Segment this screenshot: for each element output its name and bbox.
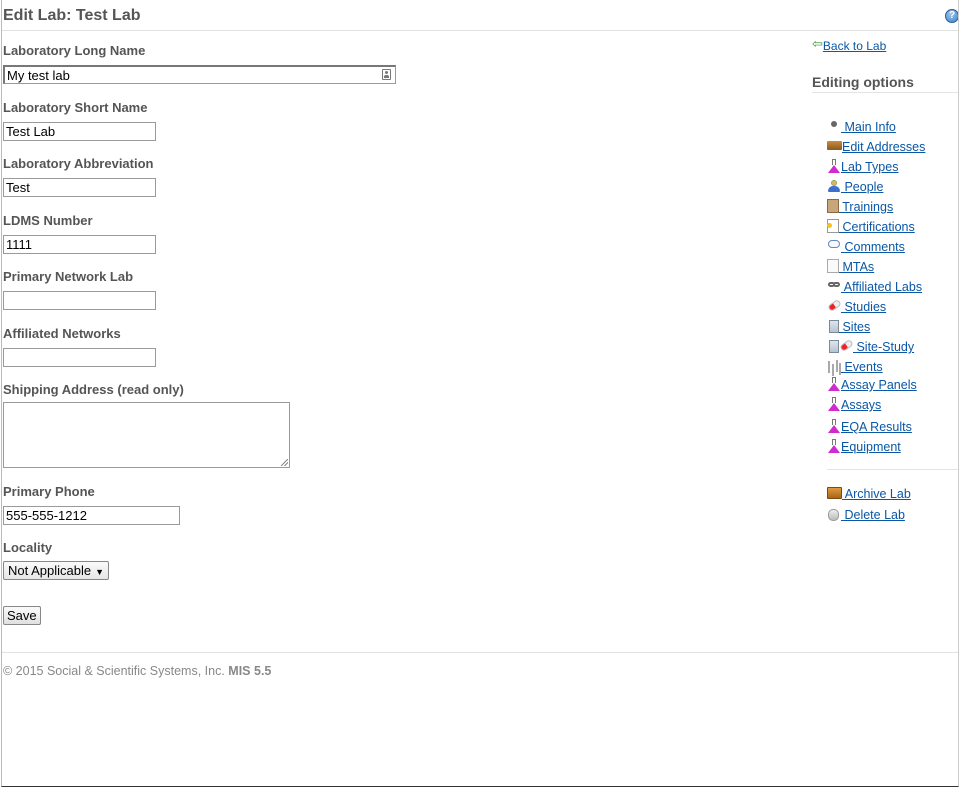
short-name-label: Laboratory Short Name <box>3 100 148 115</box>
truck-icon <box>827 141 842 150</box>
long-name-label: Laboratory Long Name <box>3 43 146 58</box>
sidebar-item-comments[interactable]: Comments <box>827 240 905 254</box>
sidebar-item-assay-panels[interactable]: Assay Panels <box>827 377 917 392</box>
delete-lab-button[interactable]: Delete Lab <box>827 508 905 522</box>
sidebar-item-edit-addresses[interactable]: Edit Addresses <box>827 140 925 154</box>
sidebar-item-studies[interactable]: Studies <box>827 300 886 314</box>
primary-network-lab-label: Primary Network Lab <box>3 269 134 284</box>
archive-icon <box>827 487 842 499</box>
sidebar-item-sites[interactable]: Sites <box>827 320 870 334</box>
locality-select[interactable]: Not Applicable ▼ <box>3 561 110 580</box>
sidebar-item-label[interactable]: Affiliated Labs <box>841 280 922 294</box>
sidebar-item-label[interactable]: EQA Results <box>841 420 912 434</box>
training-icon <box>827 199 839 213</box>
flask-icon <box>827 397 841 412</box>
chart-icon <box>827 360 841 374</box>
flask-icon <box>827 377 841 392</box>
primary-network-lab-input[interactable] <box>3 291 156 310</box>
flask-icon <box>827 419 841 434</box>
abbreviation-label: Laboratory Abbreviation <box>3 156 154 171</box>
title-divider <box>2 30 958 31</box>
long-name-value: My test lab <box>7 68 70 83</box>
page-container: Edit Lab: Test Lab ? Laboratory Long Nam… <box>1 0 959 787</box>
shipping-address-textarea[interactable] <box>3 402 290 468</box>
sidebar-item-assays[interactable]: Assays <box>827 397 881 412</box>
sidebar-item-affiliated-labs[interactable]: Affiliated Labs <box>827 280 922 294</box>
sidebar-item-eqa-results[interactable]: EQA Results <box>827 419 912 434</box>
person-icon <box>827 180 841 194</box>
back-to-lab-link[interactable]: ⇦Back to Lab <box>812 36 886 53</box>
sidebar-item-trainings[interactable]: Trainings <box>827 199 893 214</box>
editing-options-title: Editing options <box>812 74 914 90</box>
locality-selected-value: Not Applicable <box>8 563 92 578</box>
footer: © 2015 Social & Scientific Systems, Inc.… <box>3 664 271 678</box>
sidebar-item-label[interactable]: Edit Addresses <box>842 140 925 154</box>
sidebar-item-label[interactable]: People <box>841 180 883 194</box>
sidebar-item-lab-types[interactable]: Lab Types <box>827 159 898 174</box>
short-name-input[interactable]: Test Lab <box>3 122 156 141</box>
abbreviation-input[interactable]: Test <box>3 178 156 197</box>
sidebar-item-main-info[interactable]: Main Info <box>827 120 896 134</box>
sidebar-divider <box>812 92 958 93</box>
sidebar-item-label[interactable]: Main Info <box>841 120 895 134</box>
sidebar-item-label[interactable]: Assay Panels <box>841 378 917 392</box>
comment-icon <box>827 240 841 254</box>
pill-icon <box>839 340 853 354</box>
sidebar-actions-divider <box>827 469 958 470</box>
flask-icon <box>827 439 841 454</box>
contact-card-icon[interactable] <box>382 69 391 80</box>
back-arrow-icon: ⇦ <box>812 36 823 51</box>
document-icon <box>827 259 839 273</box>
sidebar-item-certifications[interactable]: Certifications <box>827 219 915 234</box>
building-icon <box>829 320 839 333</box>
back-to-lab-label[interactable]: Back to Lab <box>823 39 886 53</box>
archive-lab-button[interactable]: Archive Lab <box>827 487 911 501</box>
long-name-input[interactable]: My test lab <box>3 65 396 84</box>
sidebar-item-events[interactable]: Events <box>827 360 883 374</box>
ldms-number-input[interactable]: 1111 <box>3 235 156 254</box>
page-title: Edit Lab: Test Lab <box>3 7 141 24</box>
copyright-text: © 2015 Social & Scientific Systems, Inc. <box>3 664 225 678</box>
footer-divider <box>2 652 958 653</box>
delete-icon <box>827 508 841 522</box>
archive-lab-label[interactable]: Archive Lab <box>842 487 911 501</box>
sidebar-item-label[interactable]: Equipment <box>841 440 901 454</box>
delete-lab-label[interactable]: Delete Lab <box>841 508 904 522</box>
sidebar-item-mtas[interactable]: MTAs <box>827 259 874 274</box>
sidebar-item-label[interactable]: Events <box>841 360 882 374</box>
locality-label: Locality <box>3 540 53 555</box>
dropdown-arrow-icon: ▼ <box>95 567 105 577</box>
sidebar-item-people[interactable]: People <box>827 180 883 194</box>
sidebar-item-equipment[interactable]: Equipment <box>827 439 901 454</box>
sidebar-item-label[interactable]: Certifications <box>839 220 914 234</box>
help-icon[interactable]: ? <box>945 9 958 23</box>
shipping-address-label: Shipping Address (read only) <box>3 382 184 397</box>
sidebar-item-label[interactable]: Comments <box>841 240 904 254</box>
affiliated-networks-input[interactable] <box>3 348 156 367</box>
affiliated-networks-label: Affiliated Networks <box>3 326 121 341</box>
resize-grip-icon[interactable] <box>281 459 288 466</box>
version-text: MIS 5.5 <box>228 664 272 678</box>
building-icon <box>829 340 839 353</box>
sidebar-item-label[interactable]: Assays <box>841 398 881 412</box>
sidebar-item-label[interactable]: MTAs <box>839 260 874 274</box>
sidebar-item-label[interactable]: Lab Types <box>841 160 898 174</box>
pill-icon <box>827 300 841 314</box>
primary-phone-label: Primary Phone <box>3 484 95 499</box>
sidebar-item-label[interactable]: Trainings <box>839 200 893 214</box>
ldms-number-label: LDMS Number <box>3 213 93 228</box>
sidebar-item-site-study[interactable]: Site-Study <box>827 340 914 354</box>
save-button[interactable]: Save <box>3 606 41 625</box>
link-icon <box>827 280 841 294</box>
sidebar-item-label[interactable]: Site-Study <box>853 340 914 354</box>
bullet-icon <box>827 120 841 134</box>
certificate-icon <box>827 219 839 233</box>
sidebar-item-label[interactable]: Sites <box>839 320 870 334</box>
primary-phone-input[interactable]: 555-555-1212 <box>3 506 180 525</box>
flask-icon <box>827 159 841 174</box>
sidebar-item-label[interactable]: Studies <box>841 300 886 314</box>
